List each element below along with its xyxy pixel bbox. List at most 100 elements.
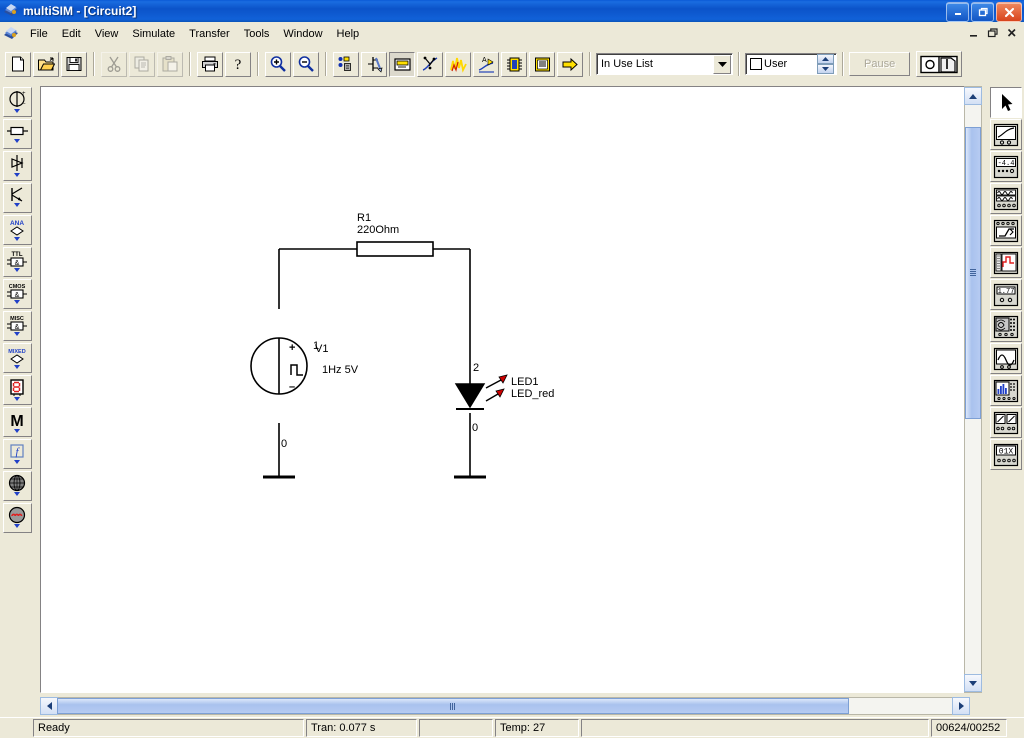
schematic-canvas[interactable]: R1 220Ohm + – V1 1Hz 5V LED1 LED_red 1 2… (41, 87, 969, 692)
diodes-button[interactable] (3, 151, 32, 181)
oscilloscope-icon[interactable] (989, 215, 1022, 246)
user-spinner[interactable] (817, 54, 834, 74)
word-generator-icon[interactable]: 1.77 (989, 279, 1022, 310)
vertical-scrollbar[interactable] (964, 86, 982, 693)
menu-item-help[interactable]: Help (330, 25, 367, 43)
misc-digital-button[interactable]: MISC & (3, 311, 32, 341)
mixed-components-button[interactable]: MIXED (3, 343, 32, 373)
chevron-down-icon[interactable] (713, 54, 731, 74)
status-coordinates: 00624/00252 (931, 719, 1007, 737)
document-icon[interactable] (3, 26, 19, 42)
user-field[interactable]: User (745, 53, 837, 75)
zoom-in-button[interactable] (265, 51, 291, 77)
logic-converter-icon[interactable] (989, 343, 1022, 374)
print-toolbar-group: ? (196, 45, 252, 83)
bode-plotter-icon[interactable] (989, 247, 1022, 278)
rf-components-button[interactable] (3, 471, 32, 501)
menu-item-edit[interactable]: Edit (55, 25, 88, 43)
status-message: Ready (33, 719, 304, 737)
menu-item-simulate[interactable]: Simulate (125, 25, 182, 43)
controls-button[interactable]: f (3, 439, 32, 469)
report-list-icon[interactable] (529, 51, 555, 77)
schematic-canvas-frame[interactable]: R1 220Ohm + – V1 1Hz 5V LED1 LED_red 1 2… (40, 86, 970, 693)
scatter-curve-icon[interactable] (417, 51, 443, 77)
maximize-button[interactable] (971, 2, 994, 22)
mdi-minimize-button[interactable] (966, 25, 982, 40)
paste-button[interactable] (157, 51, 183, 77)
save-file-button[interactable] (61, 51, 87, 77)
multimeter-icon[interactable] (989, 119, 1022, 150)
scroll-down-button[interactable] (964, 674, 982, 692)
menu-item-file[interactable]: File (23, 25, 55, 43)
menu-item-view[interactable]: View (88, 25, 126, 43)
svg-text:&: & (14, 260, 19, 267)
mdi-restore-button[interactable] (985, 25, 1001, 40)
user-checkbox[interactable] (750, 58, 762, 70)
function-generator-icon[interactable]: -4.4 (989, 151, 1022, 182)
subcircuit-icon[interactable] (361, 51, 387, 77)
open-file-button[interactable] (33, 51, 59, 77)
v1-plus-sign: + (289, 342, 295, 354)
cmos-button[interactable]: CMOS & (3, 279, 32, 309)
mdi-close-button[interactable] (1004, 25, 1020, 40)
vertical-scroll-thumb[interactable] (965, 127, 981, 419)
wattmeter-icon[interactable] (989, 183, 1022, 214)
indicators-button[interactable] (3, 375, 32, 405)
arrow-pointer-icon[interactable] (989, 87, 1022, 118)
design-toolbar-group: A (332, 45, 584, 83)
distortion-analyzer-icon[interactable] (989, 375, 1022, 406)
led1-value: LED_red (511, 388, 554, 400)
menu-item-transfer[interactable]: Transfer (182, 25, 237, 43)
zoom-out-button[interactable] (293, 51, 319, 77)
spectrum-analyzer-icon[interactable] (989, 407, 1022, 438)
help-button[interactable]: ? (225, 51, 251, 77)
in-use-list-combo[interactable]: In Use List (596, 53, 733, 75)
net-label-2: 2 (473, 362, 479, 374)
ttl-button[interactable]: TTL & (3, 247, 32, 277)
pause-button[interactable]: Pause (849, 52, 911, 76)
document-area: R1 220Ohm + – V1 1Hz 5V LED1 LED_red 1 2… (35, 83, 987, 718)
spinner-down-icon[interactable] (817, 64, 834, 74)
misc-components-button[interactable]: M (3, 407, 32, 437)
power-switch-icon[interactable] (916, 51, 963, 77)
voltage-source-v1[interactable]: + – V1 1Hz 5V (250, 337, 359, 395)
component-database-icon[interactable] (333, 51, 359, 77)
yellow-arrow-icon[interactable] (557, 51, 583, 77)
svg-text:CMOS: CMOS (8, 284, 25, 290)
horizontal-scrollbar[interactable] (40, 697, 970, 715)
menu-item-tools[interactable]: Tools (237, 25, 277, 43)
cut-button[interactable] (101, 51, 127, 77)
mdi-window-controls (966, 25, 1020, 40)
close-button[interactable] (996, 2, 1022, 22)
analog-ics-button[interactable]: ANA (3, 215, 32, 245)
resistor-r1[interactable]: R1 220Ohm (356, 212, 434, 257)
print-button[interactable] (197, 51, 223, 77)
copy-button[interactable] (129, 51, 155, 77)
status-bar: Ready Tran: 0.077 s Temp: 27 00624/00252 (0, 717, 1024, 738)
svg-text:f: f (15, 446, 20, 458)
horizontal-scroll-thumb[interactable] (57, 698, 849, 714)
svg-text:–: – (22, 101, 26, 107)
basic-components-button[interactable] (3, 119, 32, 149)
waveform-graph-icon[interactable] (445, 51, 471, 77)
svg-text:&: & (14, 324, 19, 331)
instrument-panel-icon[interactable] (389, 51, 415, 77)
scroll-up-button[interactable] (964, 87, 982, 105)
logic-analyzer-icon[interactable] (989, 311, 1022, 342)
scroll-left-button[interactable] (40, 697, 58, 715)
transistors-button[interactable] (3, 183, 32, 213)
scroll-right-button[interactable] (952, 697, 970, 715)
sources-button[interactable]: + – (3, 87, 32, 117)
electromechanical-button[interactable] (3, 503, 32, 533)
minimize-button[interactable] (946, 2, 969, 22)
menu-item-window[interactable]: Window (276, 25, 329, 43)
led1-ref: LED1 (511, 376, 539, 388)
chip-icon[interactable] (501, 51, 527, 77)
main-toolbar: ? A In Use List User Pause (0, 45, 1024, 84)
new-file-button[interactable] (5, 51, 31, 77)
network-analyzer-icon[interactable]: 01X (989, 439, 1022, 470)
multisim-window: multiSIM - [Circuit2] File Edit View Sim… (0, 0, 1024, 738)
toolbar-separator (589, 52, 591, 76)
text-annotation-icon[interactable]: A (473, 51, 499, 77)
spinner-up-icon[interactable] (817, 54, 834, 64)
